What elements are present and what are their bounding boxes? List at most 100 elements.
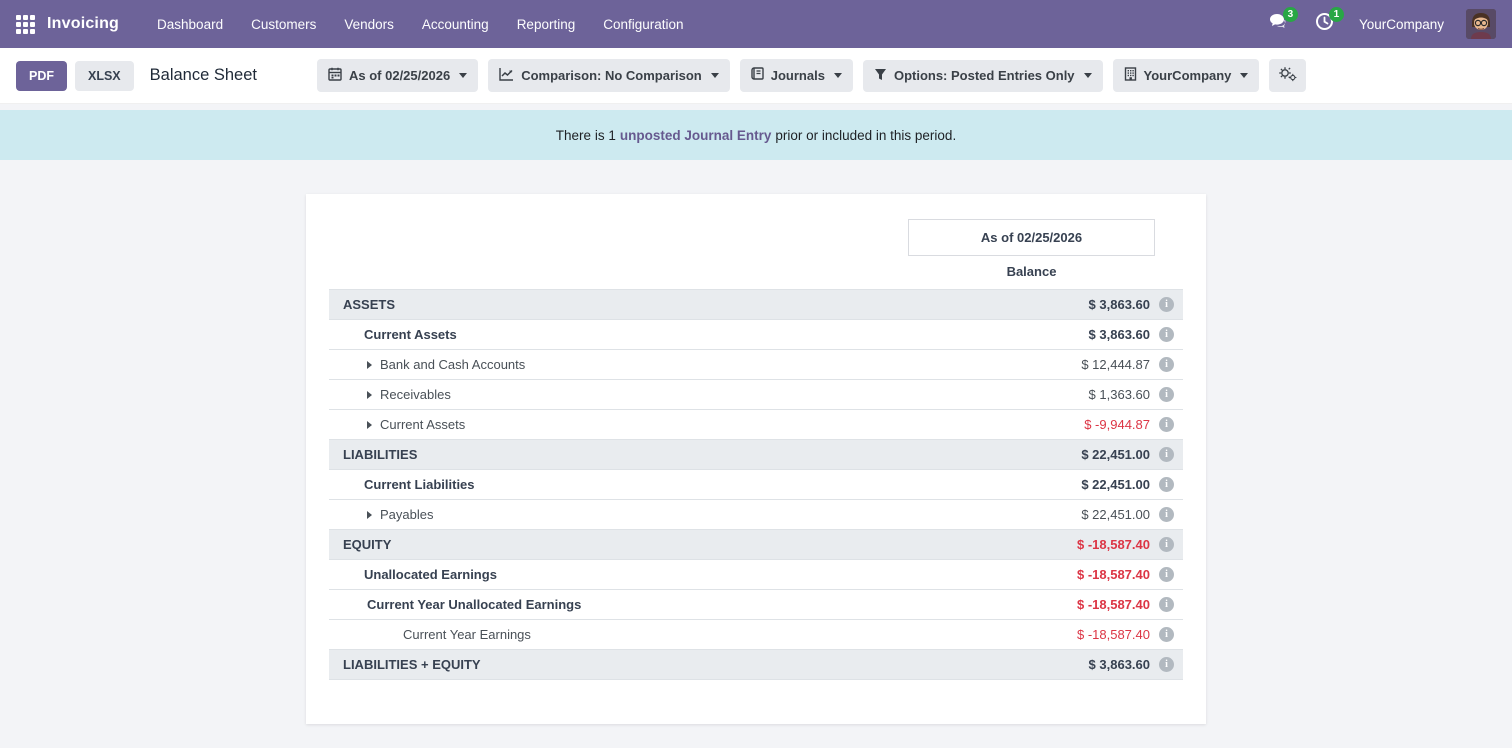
menu-reporting[interactable]: Reporting bbox=[505, 11, 588, 38]
row-label: LIABILITIES bbox=[343, 447, 417, 462]
pdf-button[interactable]: PDF bbox=[16, 61, 67, 91]
gears-icon bbox=[1278, 66, 1297, 85]
info-icon[interactable]: i bbox=[1159, 327, 1174, 342]
row-label: Payables bbox=[380, 507, 433, 522]
report-row[interactable]: EQUITY $ -18,587.40 i bbox=[329, 530, 1183, 560]
row-balance-value: $ 3,863.60 bbox=[950, 297, 1150, 312]
row-label-cell: Unallocated Earnings bbox=[329, 567, 950, 582]
row-label-cell: LIABILITIES bbox=[329, 447, 950, 462]
info-icon[interactable]: i bbox=[1159, 597, 1174, 612]
report-area: As of 02/25/2026 Balance ASSETS$ 3,863.6… bbox=[0, 160, 1512, 724]
row-balance-value: $ 22,451.00 bbox=[950, 447, 1150, 462]
row-label: Current Liabilities bbox=[364, 477, 475, 492]
info-icon[interactable]: i bbox=[1159, 417, 1174, 432]
report-row[interactable]: LIABILITIES + EQUITY $ 3,863.60 i bbox=[329, 650, 1183, 680]
info-icon[interactable]: i bbox=[1159, 447, 1174, 462]
journals-filter-label: Journals bbox=[771, 68, 825, 83]
main-menu: Dashboard Customers Vendors Accounting R… bbox=[145, 11, 696, 38]
report-row[interactable]: LIABILITIES $ 22,451.00 i bbox=[329, 440, 1183, 470]
comparison-filter-label: Comparison: No Comparison bbox=[521, 68, 702, 83]
row-balance-value: $ 12,444.87 bbox=[950, 357, 1150, 372]
page-title: Balance Sheet bbox=[150, 66, 257, 85]
column-header-date[interactable]: As of 02/25/2026 bbox=[908, 219, 1155, 256]
messages-button[interactable]: 3 bbox=[1267, 12, 1291, 36]
expand-caret-icon[interactable] bbox=[367, 421, 372, 429]
company-filter-button[interactable]: YourCompany bbox=[1113, 59, 1260, 92]
menu-customers[interactable]: Customers bbox=[239, 11, 328, 38]
row-balance-value: $ 1,363.60 bbox=[950, 387, 1150, 402]
row-label-cell: Current Liabilities bbox=[329, 477, 950, 492]
row-label: Receivables bbox=[380, 387, 451, 402]
banner-text-suffix: prior or included in this period. bbox=[775, 128, 956, 143]
info-icon[interactable]: i bbox=[1159, 567, 1174, 582]
settings-gears-button[interactable] bbox=[1269, 59, 1306, 92]
row-label: LIABILITIES + EQUITY bbox=[343, 657, 481, 672]
info-icon[interactable]: i bbox=[1159, 387, 1174, 402]
comparison-filter-button[interactable]: Comparison: No Comparison bbox=[488, 59, 730, 92]
info-icon[interactable]: i bbox=[1159, 507, 1174, 522]
unposted-journal-entry-link[interactable]: unposted Journal Entry bbox=[620, 128, 772, 143]
row-label: EQUITY bbox=[343, 537, 391, 552]
info-icon[interactable]: i bbox=[1159, 537, 1174, 552]
report-row[interactable]: Current Liabilities $ 22,451.00 i bbox=[329, 470, 1183, 500]
row-label-cell: Receivables bbox=[329, 387, 950, 402]
journals-filter-button[interactable]: Journals bbox=[740, 59, 853, 92]
book-icon bbox=[751, 67, 764, 84]
row-balance-value: $ -18,587.40 bbox=[950, 627, 1150, 642]
row-label: Bank and Cash Accounts bbox=[380, 357, 525, 372]
menu-dashboard[interactable]: Dashboard bbox=[145, 11, 235, 38]
row-label-cell: ASSETS bbox=[329, 297, 950, 312]
menu-vendors[interactable]: Vendors bbox=[332, 11, 406, 38]
report-row[interactable]: Current Assets$ 3,863.60i bbox=[329, 320, 1183, 350]
expand-caret-icon[interactable] bbox=[367, 511, 372, 519]
info-icon[interactable]: i bbox=[1159, 657, 1174, 672]
report-row[interactable]: ASSETS$ 3,863.60 i bbox=[329, 290, 1183, 320]
expand-caret-icon[interactable] bbox=[367, 361, 372, 369]
apps-grid-icon[interactable] bbox=[16, 15, 35, 34]
date-filter-label: As of 02/25/2026 bbox=[349, 68, 450, 83]
unposted-entries-banner: There is 1 unposted Journal Entry prior … bbox=[0, 110, 1512, 160]
info-icon[interactable]: i bbox=[1159, 627, 1174, 642]
xlsx-button[interactable]: XLSX bbox=[75, 61, 134, 91]
report-row[interactable]: Unallocated Earnings$ -18,587.40i bbox=[329, 560, 1183, 590]
row-label-cell: LIABILITIES + EQUITY bbox=[329, 657, 950, 672]
app-name[interactable]: Invoicing bbox=[47, 15, 119, 33]
menu-configuration[interactable]: Configuration bbox=[591, 11, 695, 38]
row-label-cell: Payables bbox=[329, 507, 950, 522]
report-row[interactable]: Bank and Cash Accounts $ 12,444.87 i bbox=[329, 350, 1183, 380]
report-row[interactable]: Receivables $ 1,363.60 i bbox=[329, 380, 1183, 410]
activities-button[interactable]: 1 bbox=[1313, 12, 1337, 36]
funnel-icon bbox=[874, 68, 887, 84]
info-icon[interactable]: i bbox=[1159, 297, 1174, 312]
user-company-menu[interactable]: YourCompany bbox=[1359, 17, 1444, 32]
chevron-down-icon bbox=[1240, 73, 1248, 78]
chevron-down-icon bbox=[711, 73, 719, 78]
options-filter-button[interactable]: Options: Posted Entries Only bbox=[863, 60, 1103, 92]
control-panel: PDF XLSX Balance Sheet As of 02/25/2026 … bbox=[0, 48, 1512, 104]
row-label-cell: Current Assets bbox=[329, 327, 950, 342]
menu-accounting[interactable]: Accounting bbox=[410, 11, 501, 38]
filter-bar: As of 02/25/2026 Comparison: No Comparis… bbox=[317, 59, 1306, 92]
row-balance-value: $ 3,863.60 bbox=[950, 657, 1150, 672]
avatar[interactable] bbox=[1466, 9, 1496, 39]
options-filter-label: Options: Posted Entries Only bbox=[894, 68, 1075, 83]
row-balance-value: $ -18,587.40 bbox=[950, 537, 1150, 552]
row-balance-value: $ -9,944.87 bbox=[950, 417, 1150, 432]
report-table-body: ASSETS$ 3,863.60iCurrent Assets$ 3,863.6… bbox=[329, 289, 1183, 680]
row-label-cell: EQUITY bbox=[329, 537, 950, 552]
row-balance-value: $ 22,451.00 bbox=[950, 477, 1150, 492]
line-chart-icon bbox=[499, 67, 514, 84]
company-filter-label: YourCompany bbox=[1144, 68, 1232, 83]
report-row[interactable]: Current Assets $ -9,944.87 i bbox=[329, 410, 1183, 440]
row-label-cell: Current Year Earnings bbox=[329, 627, 950, 642]
info-icon[interactable]: i bbox=[1159, 477, 1174, 492]
calendar-icon bbox=[328, 67, 342, 84]
date-filter-button[interactable]: As of 02/25/2026 bbox=[317, 59, 478, 92]
expand-caret-icon[interactable] bbox=[367, 391, 372, 399]
report-row[interactable]: Payables$ 22,451.00i bbox=[329, 500, 1183, 530]
row-label: Current Assets bbox=[380, 417, 465, 432]
info-icon[interactable]: i bbox=[1159, 357, 1174, 372]
report-row[interactable]: Current Year Unallocated Earnings$ -18,5… bbox=[329, 590, 1183, 620]
row-label-cell: Current Assets bbox=[329, 417, 950, 432]
report-row[interactable]: Current Year Earnings$ -18,587.40 i bbox=[329, 620, 1183, 650]
